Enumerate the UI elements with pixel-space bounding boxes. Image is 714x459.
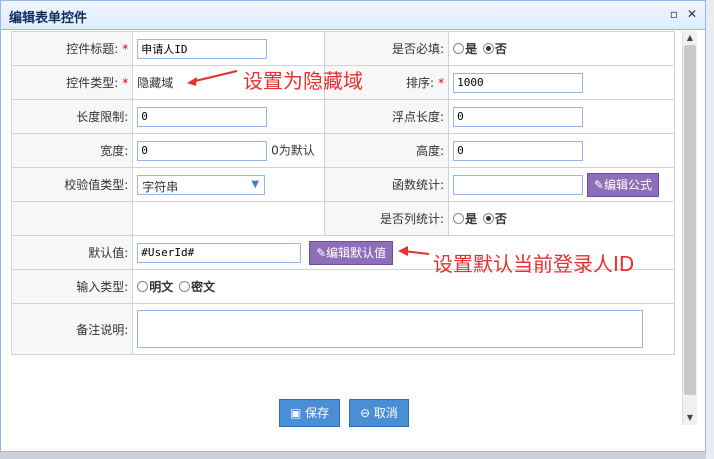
function-stat-input[interactable] [453,174,584,195]
annotation-default-user: 设置默认当前登录人ID [433,252,635,276]
annotation-hidden: 设置为隐藏域 [243,69,363,93]
edit-icon: ✎ [593,177,604,192]
default-value-input[interactable] [137,242,302,263]
height-input[interactable] [453,140,584,161]
edit-default-value-button[interactable]: ✎编辑默认值 [309,240,394,265]
cancel-button[interactable]: ⊖ 取消 [349,399,409,427]
control-type-label: 控件类型: * [11,65,134,100]
dialog-titlebar[interactable]: 编辑表单控件 ▫ ✕ [1,1,705,30]
chevron-down-icon[interactable]: ▼ [248,178,262,192]
remark-textarea[interactable] [137,310,644,348]
column-stat-label: 是否列统计: [324,201,450,236]
length-limit-input[interactable] [137,106,268,127]
edit-form-control-dialog: 编辑表单控件 ▫ ✕ 控件标题:* 是否必填: 是 否 控件类型:* 隐藏域 排… [0,0,706,452]
scrollbar-thumb[interactable] [684,45,696,395]
scroll-down-icon[interactable]: ▼ [683,411,697,425]
width-input[interactable] [137,140,268,161]
input-type-plain-radio[interactable] [137,281,149,292]
scroll-up-icon[interactable]: ▲ [683,31,697,45]
height-label: 高度: [324,133,450,168]
length-limit-label: 长度限制: [11,99,134,134]
required-label: 是否必填: [324,31,450,66]
control-title-label: 控件标题: * [11,31,134,66]
input-type-secret-radio[interactable] [179,281,191,292]
sort-input[interactable] [453,72,584,93]
arrow-to-hidden-icon [187,70,238,86]
edit-icon: ✎ [316,245,327,260]
dialog-title: 编辑表单控件 [9,11,88,26]
default-value-label: 默认值: [11,235,134,270]
width-hint: 0为默认 [271,143,315,157]
column-stat-no-radio[interactable] [482,213,494,224]
edit-formula-button[interactable]: ✎编辑公式 [586,172,659,197]
required-yes-radio[interactable] [453,43,465,54]
float-length-label: 浮点长度: [324,99,450,134]
close-icon[interactable]: ✕ [685,7,699,21]
arrow-to-default-icon [398,246,430,256]
control-title-input[interactable] [137,38,268,59]
input-type-label: 输入类型: [11,269,134,304]
validate-type-select[interactable]: 字符串 ▼ [137,174,266,195]
cancel-icon: ⊖ [360,406,374,420]
column-stat-yes-radio[interactable] [453,213,465,224]
width-label: 宽度: [11,133,134,168]
save-icon: ▣ [290,406,306,420]
save-button[interactable]: ▣ 保存 [279,399,341,427]
float-length-input[interactable] [453,106,584,127]
maximize-icon[interactable]: ▫ [667,7,681,21]
validate-type-label: 校验值类型: [11,167,134,202]
vertical-scrollbar[interactable]: ▲ ▼ [682,31,697,425]
required-no-radio[interactable] [482,43,494,54]
function-stat-label: 函数统计: [324,167,450,202]
remark-label: 备注说明: [11,303,134,355]
